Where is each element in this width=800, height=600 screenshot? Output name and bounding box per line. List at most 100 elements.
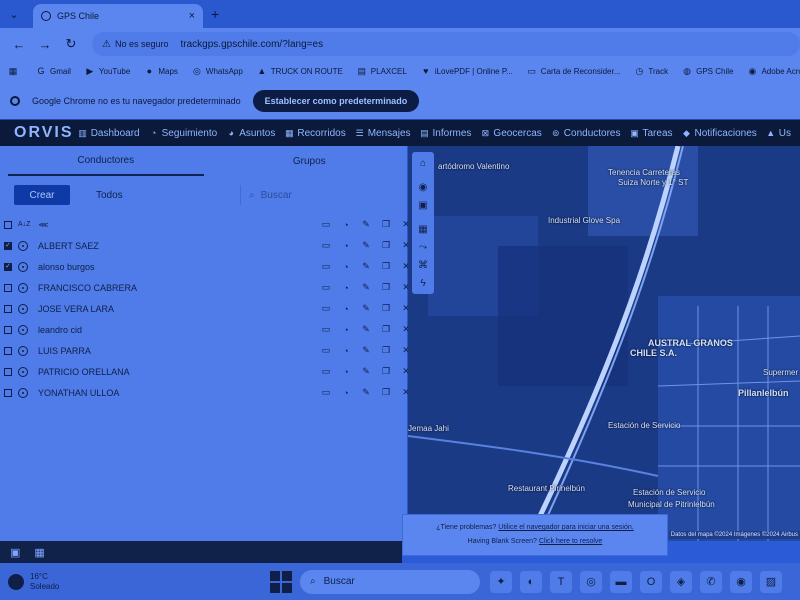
chrome-app-icon[interactable]: ◎: [580, 570, 602, 593]
wrench-icon[interactable]: ✎: [356, 219, 376, 230]
driver-checkbox[interactable]: ✓: [4, 262, 12, 271]
whatsapp-app-icon[interactable]: ✆: [700, 570, 722, 593]
driver-checkbox[interactable]: ✓: [4, 241, 12, 250]
driver-row[interactable]: FRANCISCO CABRERA ▭ ◔ ✎ ❐ ✕: [0, 277, 410, 298]
satellite-map[interactable]: ⌂ ◉ ▣ ▦ ⤳ ⌘ ϟ artódromo Valentino Tenenc…: [408, 146, 800, 541]
car-icon[interactable]: ▭: [316, 282, 336, 293]
security-status[interactable]: No es seguro: [115, 39, 169, 49]
wrench-icon[interactable]: ✎: [356, 324, 376, 335]
gauge-icon[interactable]: ◔: [336, 283, 356, 293]
driver-checkbox[interactable]: [4, 283, 12, 292]
grid-view-icon[interactable]: ▦: [34, 546, 44, 559]
gauge-icon[interactable]: ◔: [336, 241, 356, 251]
copy-icon[interactable]: ❐: [376, 366, 396, 377]
driver-row[interactable]: ✓ ALBERT SAEZ ▭ ◔ ✎ ❐ ✕: [0, 235, 410, 256]
close-tab-icon[interactable]: ×: [189, 10, 195, 22]
nav-mensajes[interactable]: ☰ Mensajes: [355, 128, 411, 139]
car-icon[interactable]: ▭: [316, 387, 336, 398]
bookmark-item[interactable]: ▶ YouTube: [85, 66, 130, 76]
gauge-icon[interactable]: ◔: [336, 367, 356, 377]
orvis-logo[interactable]: ORVIS: [0, 124, 78, 142]
eye-icon[interactable]: ◉: [414, 178, 432, 196]
photos-icon[interactable]: ▨: [760, 570, 782, 593]
file-explorer-icon[interactable]: ▬: [610, 570, 632, 593]
copy-icon[interactable]: ❐: [376, 345, 396, 356]
wrench-icon[interactable]: ✎: [356, 303, 376, 314]
driver-row[interactable]: YONATHAN ULLOA ▭ ◔ ✎ ❐ ✕: [0, 382, 410, 403]
nav-asuntos[interactable]: ◕ Asuntos: [226, 128, 275, 139]
driver-checkbox[interactable]: [4, 367, 12, 376]
bookmark-item[interactable]: ◉ Adobe Acrob: [747, 66, 800, 76]
wrench-icon[interactable]: ✎: [356, 261, 376, 272]
map-attribution[interactable]: Datos del mapa ©2024 Imágenes ©2024 Airb…: [668, 531, 800, 539]
bookmark-item[interactable]: ♥ iLovePDF | Online P...: [421, 66, 513, 76]
driver-checkbox[interactable]: [4, 304, 12, 313]
url-omnibox[interactable]: ⚠ No es seguro trackgps.gpschile.com/?la…: [92, 32, 800, 56]
set-default-button[interactable]: Establecer como predeterminado: [252, 89, 420, 112]
copy-icon[interactable]: ❐: [376, 387, 396, 398]
driver-row[interactable]: ✓ alonso burgos ▭ ◔ ✎ ❐ ✕: [0, 256, 410, 277]
gauge-icon[interactable]: ◔: [336, 388, 356, 398]
new-tab-button[interactable]: +: [211, 6, 219, 22]
collapse-icon[interactable]: ⋘: [38, 221, 48, 229]
copy-icon[interactable]: ❐: [376, 303, 396, 314]
driver-checkbox[interactable]: [4, 388, 12, 397]
nav-informes[interactable]: ▤ Informes: [420, 128, 471, 139]
network-icon[interactable]: ⌘: [414, 256, 432, 274]
edge-icon[interactable]: ◐: [520, 570, 542, 593]
home-icon[interactable]: ⌂: [414, 154, 432, 172]
driver-row[interactable]: PATRICIO ORELLANA ▭ ◔ ✎ ❐ ✕: [0, 361, 410, 382]
bookmark-item[interactable]: ▲ TRUCK ON ROUTE: [257, 66, 342, 76]
bookmark-item[interactable]: ▤ PLAXCEL: [357, 66, 407, 76]
bookmark-item[interactable]: ◷ Track: [634, 66, 668, 76]
bookmark-item[interactable]: ● Maps: [144, 66, 178, 76]
browser-tab[interactable]: GPS Chile ×: [33, 4, 203, 28]
driver-row[interactable]: leandro cid ▭ ◔ ✎ ❐ ✕: [0, 319, 410, 340]
bookmark-item[interactable]: ▭ Carta de Reconsider...: [527, 66, 621, 76]
teams-icon[interactable]: T: [550, 570, 572, 593]
route-icon[interactable]: ⤳: [414, 238, 432, 256]
calendar-icon[interactable]: ▦: [414, 220, 432, 238]
gauge-icon[interactable]: ◔: [336, 346, 356, 356]
bolt-icon[interactable]: ϟ: [414, 274, 432, 292]
nav-notificaciones[interactable]: ◆ Notificaciones: [682, 128, 757, 139]
nav-conductores[interactable]: ⊚ Conductores: [551, 128, 620, 139]
car-icon[interactable]: ▭: [316, 324, 336, 335]
back-icon[interactable]: ←: [8, 37, 30, 52]
search-input[interactable]: ⌕ Buscar: [240, 185, 390, 205]
tab-search-button[interactable]: ⌄: [3, 3, 25, 25]
copilot-icon[interactable]: ✦: [490, 570, 512, 593]
outlook-icon[interactable]: O: [640, 570, 662, 593]
nav-geocercas[interactable]: ⊠ Geocercas: [480, 128, 542, 139]
tab-conductores[interactable]: Conductores: [8, 146, 204, 176]
copy-icon[interactable]: ❐: [376, 219, 396, 230]
sort-alpha-icon[interactable]: A↓Z: [18, 221, 30, 228]
weather-widget[interactable]: 16°C Soleado: [0, 572, 240, 592]
wrench-icon[interactable]: ✎: [356, 345, 376, 356]
copy-icon[interactable]: ❐: [376, 324, 396, 335]
copy-icon[interactable]: ❐: [376, 240, 396, 251]
copy-icon[interactable]: ❐: [376, 261, 396, 272]
office-icon[interactable]: ◈: [670, 570, 692, 593]
nav-us[interactable]: ▲ Us: [766, 128, 791, 139]
select-all-checkbox[interactable]: [4, 220, 12, 229]
wrench-icon[interactable]: ✎: [356, 282, 376, 293]
driver-checkbox[interactable]: [4, 346, 12, 355]
filter-select[interactable]: Todos: [96, 190, 226, 201]
car-icon[interactable]: ▭: [316, 261, 336, 272]
bookmark-item[interactable]: ◎ WhatsApp: [192, 66, 243, 76]
resolve-link[interactable]: Click here to resolve: [539, 538, 602, 545]
wrench-icon[interactable]: ✎: [356, 240, 376, 251]
create-button[interactable]: Crear: [14, 185, 70, 205]
gauge-icon[interactable]: ◔: [336, 325, 356, 335]
car-icon[interactable]: ▭: [316, 366, 336, 377]
driver-row[interactable]: JOSE VERA LARA ▭ ◔ ✎ ❐ ✕: [0, 298, 410, 319]
use-browser-link[interactable]: Utilice el navegador para iniciar una se…: [498, 524, 633, 531]
taskbar-search[interactable]: ⌕ Buscar: [300, 569, 480, 594]
car-icon[interactable]: ▭: [316, 303, 336, 314]
forward-icon[interactable]: →: [34, 37, 56, 52]
reload-icon[interactable]: ↻: [60, 36, 82, 52]
url-text[interactable]: trackgps.gpschile.com/?lang=es: [181, 39, 324, 50]
bookmark-item[interactable]: ◍ GPS Chile: [682, 66, 733, 76]
warning-icon[interactable]: ⚠: [102, 39, 111, 50]
